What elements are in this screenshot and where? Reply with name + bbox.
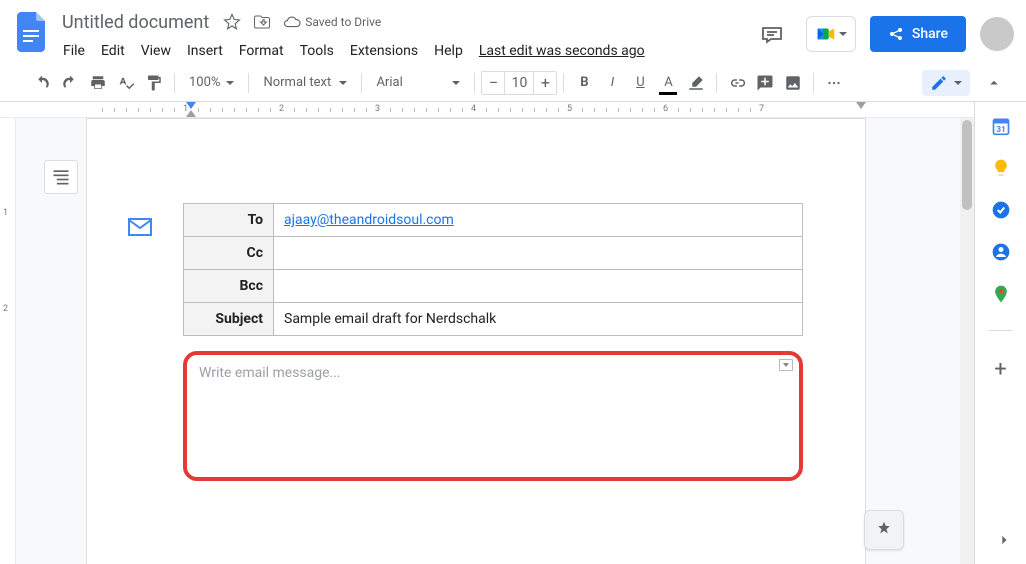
tasks-icon[interactable] [991,200,1011,220]
text-color-button[interactable]: A [654,69,682,97]
get-addons-button[interactable]: + [994,357,1006,382]
to-row: To ajaay@theandroidsoul.com [184,204,803,237]
ruler-tick: 6 [663,104,668,114]
collapse-sidepanel-button[interactable] [994,530,1014,554]
cc-row: Cc [184,237,803,270]
highlight-button[interactable] [682,69,710,97]
share-label: Share [912,26,948,42]
outline-toggle-button[interactable] [44,160,78,194]
ruler-tick: 1 [3,208,8,218]
ruler-tick: 2 [279,104,284,114]
to-value[interactable]: ajaay@theandroidsoul.com [284,212,454,228]
to-label: To [184,204,274,237]
menu-help[interactable]: Help [427,39,470,63]
paragraph-style-select[interactable]: Normal text [255,69,355,97]
insert-image-button[interactable] [779,69,807,97]
underline-button[interactable]: U [626,69,654,97]
docs-logo-icon[interactable] [12,12,52,52]
ruler-tick: 2 [3,304,8,314]
ruler-tick: 3 [375,104,380,114]
subject-cell[interactable]: Sample email draft for Nerdschalk [274,303,803,336]
italic-button[interactable]: I [598,69,626,97]
font-size-control: − 10 + [481,71,557,95]
spellcheck-button[interactable] [112,69,140,97]
toolbar: 100% Normal text Arial − 10 + B I U A [0,64,1026,102]
bold-button[interactable]: B [570,69,598,97]
bcc-row: Bcc [184,270,803,303]
explore-button[interactable] [864,510,904,550]
menu-file[interactable]: File [56,39,92,63]
bcc-label: Bcc [184,270,274,303]
ruler-tick: 4 [471,104,476,114]
gmail-icon[interactable] [127,217,153,241]
horizontal-ruler[interactable]: 1234567 [0,102,974,118]
side-panel: 31 + [974,102,1026,564]
email-body-field[interactable]: Write email message... [183,351,803,481]
svg-text:31: 31 [996,125,1006,135]
document-title[interactable]: Untitled document [56,10,215,35]
hide-menus-button[interactable] [980,69,1008,97]
bcc-cell[interactable] [274,270,803,303]
first-line-indent-marker[interactable] [186,102,196,109]
meet-button[interactable] [806,16,856,52]
left-indent-marker[interactable] [186,110,196,117]
menu-extensions[interactable]: Extensions [343,39,425,63]
insert-link-button[interactable] [723,69,751,97]
to-cell[interactable]: ajaay@theandroidsoul.com [274,204,803,237]
share-button[interactable]: Share [870,16,966,52]
body-options-dropdown[interactable] [779,359,793,371]
font-size-value[interactable]: 10 [504,72,534,94]
right-indent-marker[interactable] [856,102,866,109]
vertical-scrollbar[interactable] [960,118,974,564]
editing-mode-button[interactable] [922,70,970,96]
vertical-ruler[interactable]: 12 [0,118,16,564]
subject-label: Subject [184,303,274,336]
redo-button[interactable] [56,69,84,97]
calendar-icon[interactable]: 31 [991,116,1011,136]
cloud-status[interactable]: Saved to Drive [283,13,381,31]
chevron-down-icon [839,32,847,36]
insert-comment-button[interactable] [751,69,779,97]
move-icon[interactable] [253,13,271,31]
font-size-decrease[interactable]: − [482,73,504,92]
contacts-icon[interactable] [991,242,1011,262]
menu-edit[interactable]: Edit [94,39,132,63]
more-toolbar-button[interactable] [820,69,848,97]
menubar: File Edit View Insert Format Tools Exten… [56,38,752,64]
menu-tools[interactable]: Tools [293,39,341,63]
star-icon[interactable] [223,13,241,31]
font-select[interactable]: Arial [368,69,468,97]
chevron-down-icon [954,81,962,85]
menu-view[interactable]: View [134,39,178,63]
editor-area: 1234567 12 [0,102,974,564]
undo-button[interactable] [28,69,56,97]
menu-insert[interactable]: Insert [180,39,230,63]
ruler-tick: 7 [759,104,764,114]
subject-row: Subject Sample email draft for Nerdschal… [184,303,803,336]
font-size-increase[interactable]: + [534,73,556,92]
cc-cell[interactable] [274,237,803,270]
maps-icon[interactable] [991,284,1011,304]
cc-label: Cc [184,237,274,270]
ruler-tick: 5 [567,104,572,114]
saved-text: Saved to Drive [305,15,381,29]
comments-icon[interactable] [752,14,792,54]
keep-icon[interactable] [991,158,1011,178]
last-edit-link[interactable]: Last edit was seconds ago [472,39,652,63]
print-button[interactable] [84,69,112,97]
paint-format-button[interactable] [140,69,168,97]
zoom-select[interactable]: 100% [181,69,242,97]
menu-format[interactable]: Format [232,39,291,63]
account-avatar[interactable] [980,17,1014,51]
document-page[interactable]: To ajaay@theandroidsoul.com Cc Bcc S [86,118,866,564]
email-body-placeholder: Write email message... [199,365,341,381]
email-header-table: To ajaay@theandroidsoul.com Cc Bcc S [183,203,803,336]
